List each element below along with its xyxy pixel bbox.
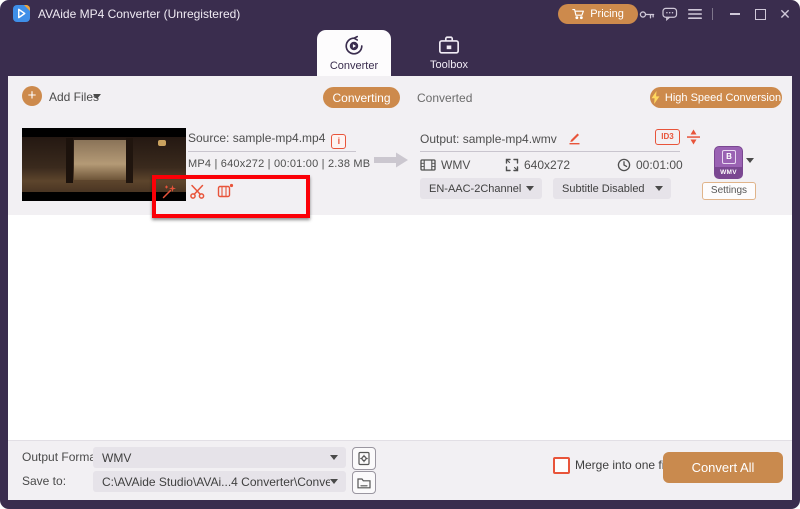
app-title: AVAide MP4 Converter (Unregistered) — [38, 7, 241, 21]
save-to-path: C:\AVAide Studio\AVAi...4 Converter\Conv… — [102, 474, 330, 489]
add-files-button[interactable]: Add Files — [49, 90, 99, 104]
output-format-select[interactable]: WMV — [93, 447, 346, 468]
titlebar: AVAide MP4 Converter (Unregistered) Pric… — [0, 0, 800, 28]
file-list-empty-area — [8, 215, 792, 440]
pricing-button[interactable]: Pricing — [558, 4, 638, 24]
profile-badge-format: WMV — [715, 167, 742, 178]
chevron-down-icon — [655, 186, 663, 191]
convert-all-button[interactable]: Convert All — [663, 452, 783, 483]
settings-button[interactable]: Settings — [702, 182, 756, 200]
maximize-button[interactable] — [751, 6, 769, 22]
resolution-expand-icon — [505, 158, 519, 172]
cart-icon — [572, 8, 585, 20]
tab-converter[interactable]: Converter — [317, 30, 391, 76]
profile-caret-icon[interactable] — [746, 158, 754, 163]
output-resolution-value: 640x272 — [524, 158, 571, 172]
output-divider — [420, 151, 680, 152]
output-profile-badge[interactable]: B WMV — [714, 146, 743, 179]
save-to-label: Save to: — [22, 474, 67, 488]
output-duration-value: 00:01:00 — [636, 158, 683, 172]
profile-badge-letter: B — [722, 150, 736, 164]
high-speed-conversion-button[interactable]: High Speed Conversion — [650, 87, 782, 108]
source-meta: MP4 | 640x272 | 00:01:00 | 2.38 MB — [188, 158, 371, 170]
annotation-highlight — [152, 175, 310, 218]
titlebar-divider — [712, 8, 713, 20]
output-duration-cell: 00:01:00 — [617, 158, 683, 172]
source-divider — [188, 151, 356, 152]
tab-converted[interactable]: Converted — [417, 91, 472, 105]
merge-label: Merge into one file — [575, 458, 674, 472]
tab-toolbox[interactable]: Toolbox — [412, 30, 486, 76]
output-format-label: Output Format: — [22, 450, 103, 464]
output-format-value: WMV — [441, 158, 471, 172]
minimize-button[interactable] — [726, 6, 744, 22]
close-button[interactable]: ✕ — [776, 6, 794, 22]
rename-pencil-icon[interactable] — [567, 131, 581, 145]
chevron-down-icon — [526, 186, 534, 191]
info-icon[interactable]: i — [331, 134, 347, 149]
converter-icon — [345, 35, 363, 55]
output-filename: Output: sample-mp4.wmv — [420, 131, 581, 146]
save-to-select[interactable]: C:\AVAide Studio\AVAi...4 Converter\Conv… — [93, 471, 346, 492]
format-settings-button[interactable] — [352, 447, 376, 470]
menu-hamburger-icon[interactable] — [686, 6, 704, 22]
tab-converter-label: Converter — [329, 59, 379, 72]
audio-track-dropdown[interactable]: EN-AAC-2Channel — [420, 178, 542, 199]
split-merge-icon[interactable] — [684, 128, 702, 146]
chevron-down-icon — [330, 479, 338, 484]
feedback-chat-icon[interactable] — [661, 6, 679, 22]
arrow-right-icon — [372, 150, 410, 175]
clock-icon — [617, 158, 631, 172]
gear-file-icon — [358, 451, 370, 466]
high-speed-label: High Speed Conversion — [664, 91, 782, 104]
register-key-icon[interactable] — [638, 6, 656, 22]
id3-tag-icon[interactable]: ID3 — [655, 129, 680, 145]
toolbox-icon — [439, 36, 459, 54]
add-files-plus-icon[interactable]: + — [22, 86, 42, 106]
lightning-icon — [651, 91, 660, 104]
merge-checkbox[interactable] — [553, 457, 570, 474]
add-files-caret-icon[interactable] — [93, 94, 101, 99]
pricing-label: Pricing — [590, 8, 624, 20]
subtitle-dropdown[interactable]: Subtitle Disabled — [553, 178, 671, 199]
tab-toolbox-label: Toolbox — [430, 59, 468, 71]
film-icon — [420, 159, 436, 171]
browse-folder-button[interactable] — [352, 471, 376, 494]
source-filename: Source: sample-mp4.mp4 i — [188, 131, 347, 149]
folder-icon — [357, 477, 371, 488]
output-format-cell: WMV — [420, 158, 470, 172]
tab-converting[interactable]: Converting — [323, 87, 400, 108]
chevron-down-icon — [330, 455, 338, 460]
app-logo-icon — [13, 5, 30, 22]
audio-track-value: EN-AAC-2Channel — [429, 182, 522, 195]
output-format-select-value: WMV — [102, 450, 132, 465]
output-resolution-cell: 640x272 — [505, 158, 570, 172]
app-window: AVAide MP4 Converter (Unregistered) Pric… — [0, 0, 800, 509]
subtitle-value: Subtitle Disabled — [562, 182, 645, 195]
